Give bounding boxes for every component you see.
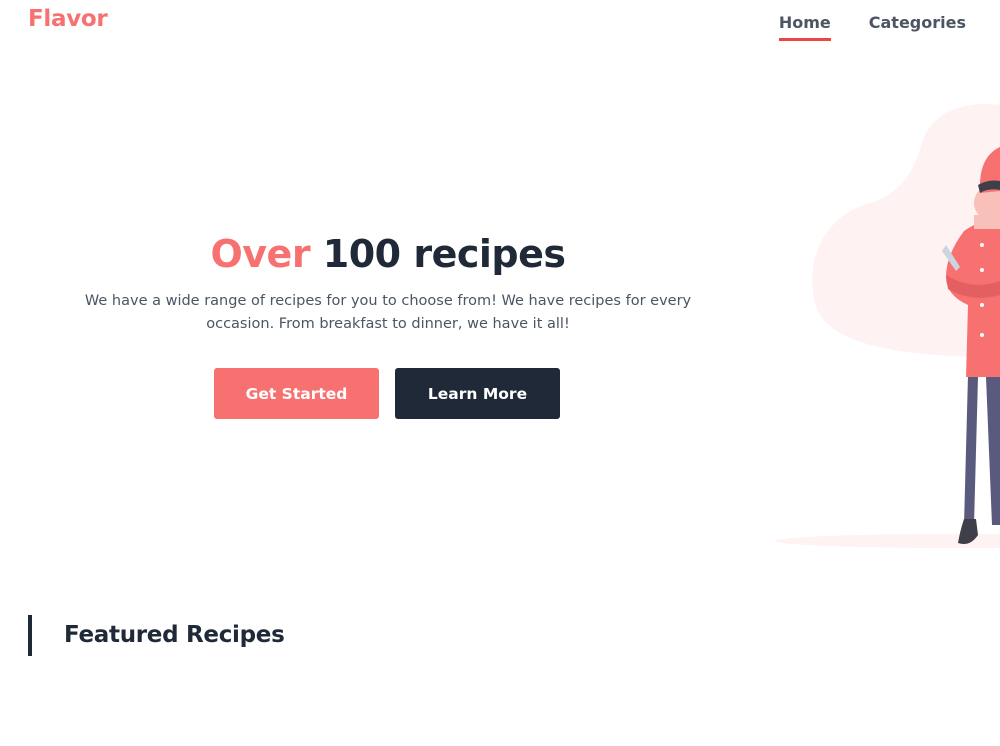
chef-illustration: [775, 104, 1000, 548]
hero-description: We have a wide range of recipes for you …: [84, 293, 692, 332]
nav-item-home[interactable]: Home: [778, 13, 831, 41]
main-nav: Home Categories: [778, 13, 966, 41]
hero-actions: Get Started Learn More: [214, 368, 560, 419]
hero-title: Over 100 recipes: [74, 232, 702, 276]
hero-title-rest: 100 recipes: [322, 232, 566, 276]
learn-more-button[interactable]: Learn More: [395, 368, 560, 419]
featured-title: Featured Recipes: [64, 622, 285, 648]
featured-section: Featured Recipes: [28, 615, 285, 656]
nav-item-categories[interactable]: Categories: [869, 13, 966, 41]
hero-title-accent: Over: [210, 232, 311, 276]
hero-section: Over 100 recipes We have a wide range of…: [74, 232, 702, 336]
get-started-button[interactable]: Get Started: [214, 368, 379, 419]
brand-logo[interactable]: Flavor: [28, 6, 108, 32]
